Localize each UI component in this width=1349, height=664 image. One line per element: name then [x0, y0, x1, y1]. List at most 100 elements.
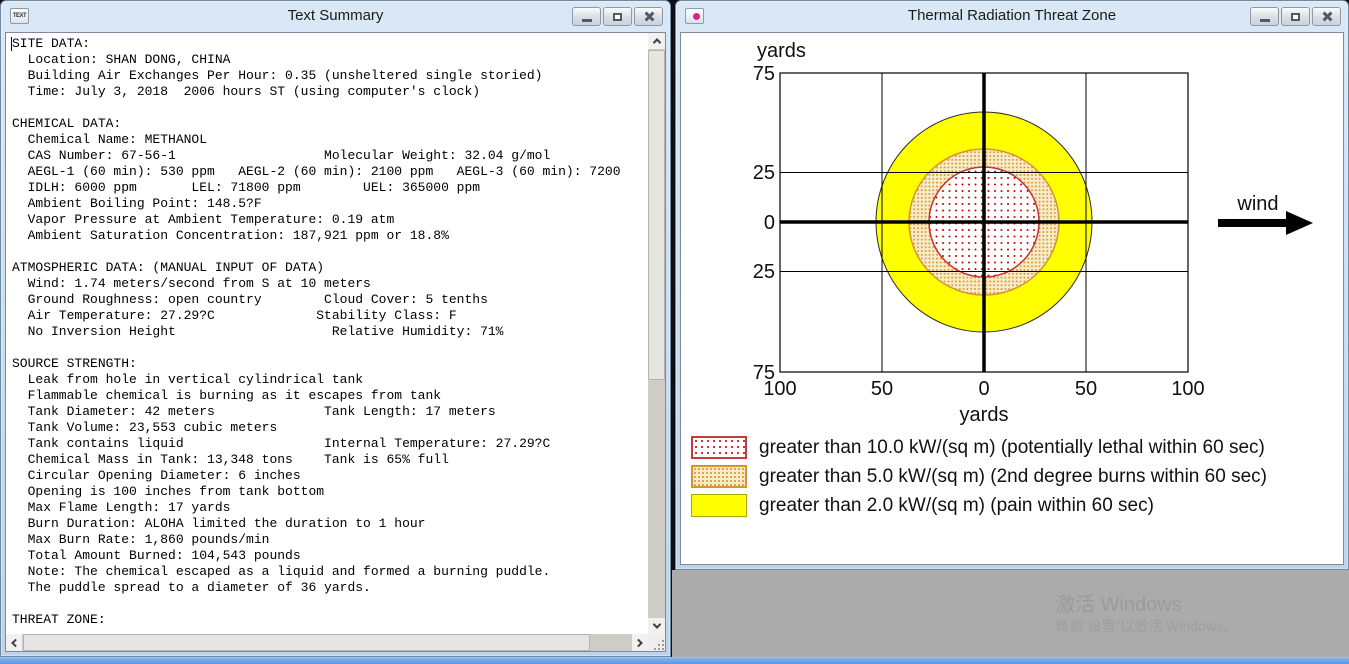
chevron-up-icon: [652, 38, 661, 47]
close-icon: [1321, 11, 1332, 22]
summary-line: [12, 596, 648, 612]
close-button[interactable]: [634, 7, 663, 26]
summary-line: Air Temperature: 27.29?C Stability Class…: [12, 308, 457, 323]
summary-line: AEGL-1 (60 min): 530 ppm AEGL-2 (60 min)…: [12, 164, 621, 179]
y-tick-0: 0: [764, 212, 775, 234]
close-button[interactable]: [1312, 7, 1341, 26]
summary-line: Burn Duration: ALOHA limited the duratio…: [12, 516, 426, 531]
vertical-scroll-track[interactable]: [648, 49, 665, 618]
horizontal-scroll-track[interactable]: [22, 634, 632, 651]
threat-zone-window: Thermal Radiation Threat Zone yards yard…: [675, 0, 1349, 570]
summary-line: Total Amount Burned: 104,543 pounds: [12, 548, 301, 563]
summary-line: CAS Number: 67-56-1 Molecular Weight: 32…: [12, 148, 551, 163]
red-zone-swatch-icon: [691, 436, 747, 459]
legend-row-yellow: greater than 2.0 kW/(sq m) (pain within …: [691, 494, 1343, 517]
summary-line: Vapor Pressure at Ambient Temperature: 0…: [12, 212, 395, 227]
horizontal-scroll-thumb[interactable]: [23, 634, 591, 651]
summary-line: [12, 340, 648, 356]
desktop-background: 激活 Windows 转到“设置”以激活 Windows。: [672, 570, 1349, 657]
text-summary-client: SITE DATA: Location: SHAN DONG, CHINA Bu…: [5, 32, 666, 652]
threat-zone-chart: yards yards 75 25 0 25 75 100 50 0 50 10…: [753, 40, 1313, 426]
minimize-icon: [581, 18, 592, 22]
summary-line: IDLH: 6000 ppm LEL: 71800 ppm UEL: 36500…: [12, 180, 481, 195]
summary-line: [12, 100, 648, 116]
taskbar[interactable]: [0, 657, 1349, 664]
summary-line: Tank contains liquid Internal Temperatur…: [12, 436, 551, 451]
x-tick-0: 0: [978, 378, 989, 400]
threat-zone-legend: greater than 10.0 kW/(sq m) (potentially…: [691, 436, 1343, 523]
summary-line: Location: SHAN DONG, CHINA: [12, 52, 231, 67]
summary-line: THREAT ZONE:: [12, 612, 106, 627]
threat-zone-titlebar[interactable]: Thermal Radiation Threat Zone: [676, 1, 1348, 32]
summary-line: SOURCE STRENGTH:: [12, 356, 137, 371]
text-summary-title: Text Summary: [287, 7, 384, 24]
scroll-right-button[interactable]: [632, 634, 648, 651]
resize-grip-dots: [658, 644, 660, 646]
scroll-left-button[interactable]: [6, 634, 22, 651]
summary-line: CHEMICAL DATA:: [12, 116, 122, 131]
y-axis-unit-label: yards: [757, 40, 806, 62]
minimize-button[interactable]: [572, 7, 601, 26]
chevron-right-icon: [634, 638, 643, 647]
scroll-up-button[interactable]: [648, 33, 665, 49]
windows-activation-watermark: 激活 Windows: [1055, 594, 1182, 616]
summary-line: Leak from hole in vertical cylindrical t…: [12, 372, 364, 387]
legend-row-red: greater than 10.0 kW/(sq m) (potentially…: [691, 436, 1343, 459]
y-tick-25-bottom: 25: [753, 261, 775, 283]
threat-zone-title: Thermal Radiation Threat Zone: [907, 7, 1117, 24]
x-tick-100-right: 100: [1171, 378, 1204, 400]
summary-line: Note: The chemical escaped as a liquid a…: [12, 564, 551, 579]
maximize-button[interactable]: [603, 7, 632, 26]
x-axis-unit-label: yards: [960, 404, 1009, 426]
summary-line: No Inversion Height Relative Humidity: 7…: [12, 324, 504, 339]
scroll-down-button[interactable]: [648, 618, 665, 634]
orange-zone-swatch-icon: [691, 465, 747, 488]
minimize-icon: [1259, 18, 1270, 22]
summary-line: Building Air Exchanges Per Hour: 0.35 (u…: [12, 68, 543, 83]
summary-line: Circular Opening Diameter: 6 inches: [12, 468, 301, 483]
windows-activation-watermark-subtitle: 转到“设置”以激活 Windows。: [1055, 618, 1238, 634]
summary-line: Chemical Name: METHANOL: [12, 132, 208, 147]
text-summary-titlebar[interactable]: TEXT Text Summary: [1, 1, 670, 32]
summary-line: Opening is 100 inches from tank bottom: [12, 484, 325, 499]
resize-grip[interactable]: [648, 634, 665, 651]
summary-line: Ambient Saturation Concentration: 187,92…: [12, 228, 449, 243]
x-tick-50-right: 50: [1075, 378, 1097, 400]
chevron-down-icon: [652, 620, 661, 629]
summary-line: Ground Roughness: open country Cloud Cov…: [12, 292, 488, 307]
summary-line: Tank Volume: 23,553 cubic meters: [12, 420, 278, 435]
chevron-left-icon: [11, 638, 20, 647]
summary-line: Flammable chemical is burning as it esca…: [12, 388, 442, 403]
close-icon: [643, 11, 654, 22]
y-tick-25-top: 25: [753, 162, 775, 184]
summary-text[interactable]: SITE DATA: Location: SHAN DONG, CHINA Bu…: [6, 33, 648, 634]
summary-line: Tank Diameter: 42 meters Tank Length: 17…: [12, 404, 496, 419]
maximize-icon: [1291, 12, 1300, 21]
text-caret: [11, 37, 12, 51]
threat-zone-client: yards yards 75 25 0 25 75 100 50 0 50 10…: [680, 32, 1344, 565]
horizontal-scrollbar[interactable]: [6, 634, 648, 651]
x-tick-50-left: 50: [871, 378, 893, 400]
vertical-scrollbar[interactable]: [648, 33, 665, 634]
summary-line: Wind: 1.74 meters/second from S at 10 me…: [12, 276, 371, 291]
summary-line: Max Burn Rate: 1,860 pounds/min: [12, 532, 270, 547]
maximize-button[interactable]: [1281, 7, 1310, 26]
legend-label-yellow: greater than 2.0 kW/(sq m) (pain within …: [759, 494, 1154, 516]
text-summary-window: TEXT Text Summary SITE DATA: Location: S…: [0, 0, 671, 657]
x-tick-100-left: 100: [763, 378, 796, 400]
summary-line: The puddle spread to a diameter of 36 ya…: [12, 580, 371, 595]
legend-label-orange: greater than 5.0 kW/(sq m) (2nd degree b…: [759, 465, 1267, 487]
wind-label: wind: [1236, 193, 1278, 215]
maximize-icon: [613, 12, 622, 21]
summary-line: Time: July 3, 2018 2006 hours ST (using …: [12, 84, 481, 99]
summary-line: Ambient Boiling Point: 148.5?F: [12, 196, 262, 211]
legend-row-orange: greater than 5.0 kW/(sq m) (2nd degree b…: [691, 465, 1343, 488]
yellow-zone-swatch-icon: [691, 494, 747, 517]
minimize-button[interactable]: [1250, 7, 1279, 26]
legend-label-red: greater than 10.0 kW/(sq m) (potentially…: [759, 436, 1265, 458]
summary-line: ATMOSPHERIC DATA: (MANUAL INPUT OF DATA): [12, 260, 325, 275]
y-tick-75-top: 75: [753, 63, 775, 85]
vertical-scroll-thumb[interactable]: [648, 50, 665, 381]
summary-line: SITE DATA:: [12, 36, 91, 51]
summary-line: Max Flame Length: 17 yards: [12, 500, 231, 515]
